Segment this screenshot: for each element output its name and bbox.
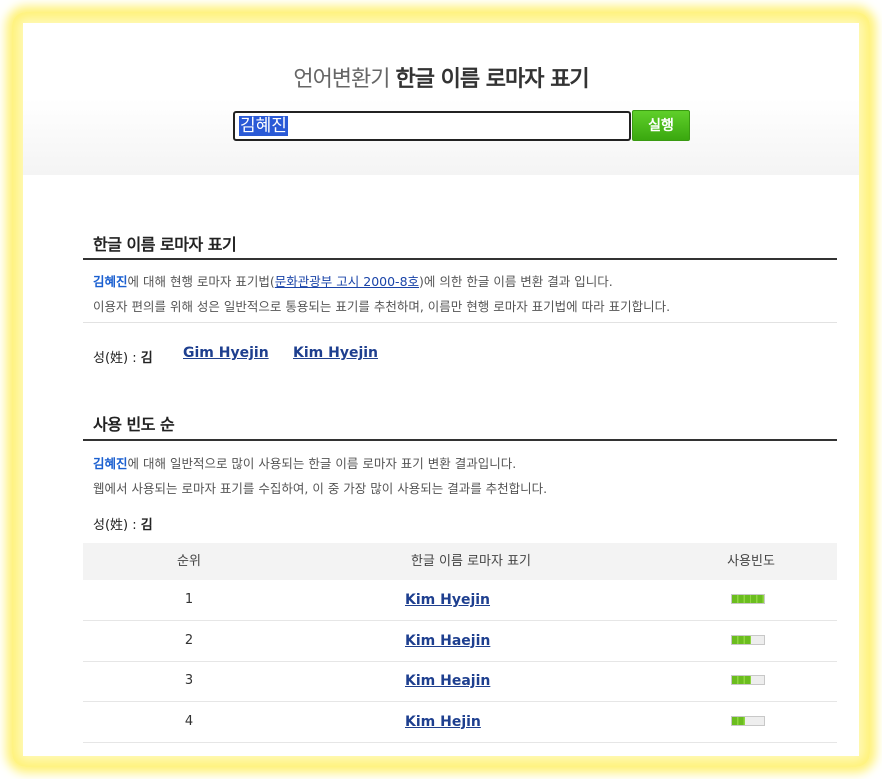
header: 언어변환기 한글 이름 로마자 표기 김혜진 실행: [23, 23, 859, 175]
title-bold: 한글 이름 로마자 표기: [395, 67, 590, 92]
query-name: 김혜진: [93, 274, 128, 289]
romaja-link[interactable]: Kim Heajin: [405, 661, 490, 701]
romaja-description-2: 이용자 편의를 위해 성은 일반적으로 통용되는 표기를 추천하며, 이름만 현…: [93, 299, 671, 314]
column-header-frequency: 사용빈도: [727, 554, 775, 569]
section-title-romaja: 한글 이름 로마자 표기: [93, 235, 237, 254]
run-button[interactable]: 실행: [632, 110, 690, 141]
section-divider: [83, 258, 837, 260]
search-input[interactable]: 김혜진: [233, 111, 631, 141]
desc-text: 에 대해 현행 로마자 표기법(: [127, 274, 275, 289]
frequency-bar-fill: [732, 595, 764, 603]
romaja-link[interactable]: Kim Hejin: [405, 702, 481, 742]
page-container: 언어변환기 한글 이름 로마자 표기 김혜진 실행 한글 이름 로마자 표기 김…: [23, 23, 859, 756]
column-header-rank: 순위: [177, 554, 201, 569]
surname-value: 김: [140, 351, 153, 366]
surname-label: 성(姓) : 김: [93, 514, 153, 533]
frequency-bar-fill: [732, 716, 745, 725]
romaja-description-1: 김혜진에 대해 현행 로마자 표기법(문화관광부 고시 2000-8호)에 의한…: [93, 271, 613, 290]
table-row: 4 Kim Hejin: [83, 702, 837, 743]
page-title: 언어변환기 한글 이름 로마자 표기: [23, 61, 859, 93]
column-header-romaja: 한글 이름 로마자 표기: [410, 554, 532, 569]
regulation-link[interactable]: 문화관광부 고시 2000-8호: [275, 274, 419, 289]
table-row: 2 Kim Haejin: [83, 621, 837, 662]
rank-cell: 4: [184, 713, 194, 729]
desc-text: )에 의한 한글 이름 변환 결과 입니다.: [419, 274, 613, 289]
rank-cell: 2: [184, 632, 194, 648]
section-title-frequency: 사용 빈도 순: [93, 415, 175, 434]
table-header: 순위 한글 이름 로마자 표기 사용빈도: [83, 543, 837, 580]
search-input-value: 김혜진: [239, 116, 288, 136]
surname-label: 성(姓) : 김: [93, 347, 153, 366]
frequency-description-1: 김혜진에 대해 일반적으로 많이 사용되는 한글 이름 로마자 표기 변환 결과…: [93, 453, 516, 472]
romaja-result-link[interactable]: Gim Hyejin: [183, 345, 269, 361]
romaja-link[interactable]: Kim Haejin: [405, 621, 490, 661]
surname-label-text: 성(姓) :: [93, 518, 141, 533]
rank-cell: 1: [184, 592, 194, 607]
surname-value: 김: [140, 518, 153, 533]
desc-text: 에 대해 일반적으로 많이 사용되는 한글 이름 로마자 표기 변환 결과입니다…: [127, 456, 517, 471]
frequency-bar: [731, 594, 765, 604]
table-row: 3 Kim Heajin: [83, 661, 837, 702]
title-light: 언어변환기: [293, 67, 390, 92]
frequency-bar: [731, 715, 765, 726]
query-name: 김혜진: [93, 456, 128, 471]
romaja-link[interactable]: Kim Hyejin: [405, 580, 490, 620]
romaja-result-link[interactable]: Kim Hyejin: [293, 345, 378, 361]
table-row: 1 Kim Hyejin: [83, 580, 837, 621]
surname-label-text: 성(姓) :: [93, 351, 141, 366]
rank-cell: 3: [184, 673, 194, 688]
frequency-bar: [731, 634, 765, 645]
frequency-description-2: 웹에서 사용되는 로마자 표기를 수집하여, 이 중 가장 많이 사용되는 결과…: [93, 481, 548, 496]
section-divider: [83, 439, 837, 441]
section-divider-light: [83, 322, 837, 323]
frequency-bar-fill: [732, 676, 752, 684]
frequency-bar: [731, 675, 765, 685]
frequency-bar-fill: [732, 635, 752, 644]
